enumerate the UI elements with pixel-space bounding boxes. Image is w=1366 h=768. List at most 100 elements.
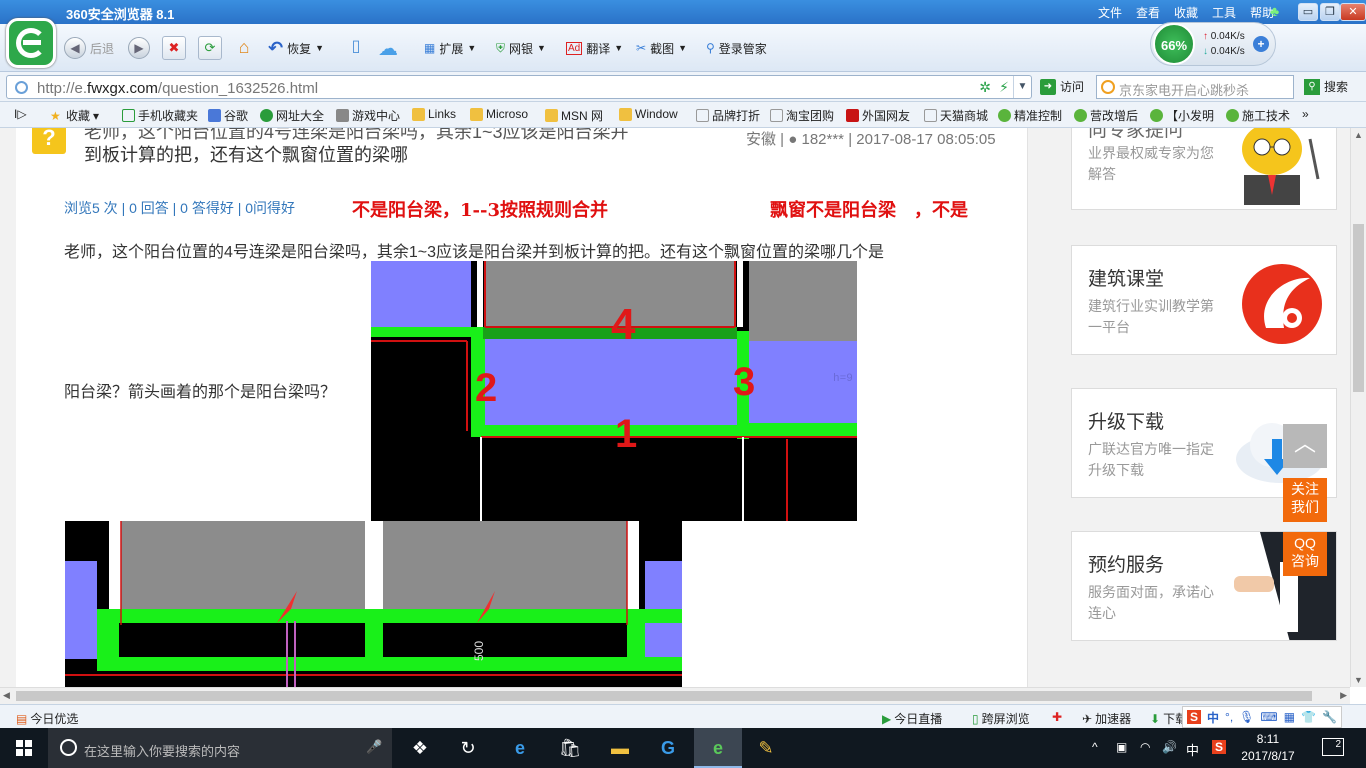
today-live-button[interactable]: ▶ 今日直播: [882, 710, 942, 727]
favorites-menu[interactable]: ★ 收藏 ▾: [50, 107, 99, 124]
fav-item[interactable]: Window: [619, 107, 678, 121]
netbank-button[interactable]: ⛨ 网银 ▼: [496, 37, 546, 59]
extend-button[interactable]: ▦ 扩展 ▼: [424, 37, 476, 59]
menu-icon[interactable]: ▭: [1298, 3, 1318, 21]
refresh-icon[interactable]: ⟳: [198, 36, 222, 60]
network-speed-widget[interactable]: 66% 0.04K/s 0.04K/s +: [1150, 22, 1276, 66]
sogou-tray-icon[interactable]: S: [1212, 740, 1227, 754]
browser-swirl-icon[interactable]: ↻: [444, 728, 492, 768]
url-dropdown-icon[interactable]: ▼: [1013, 76, 1031, 98]
start-button[interactable]: [0, 728, 48, 768]
lightning-icon[interactable]: ⚡: [999, 79, 1009, 96]
fav-item[interactable]: Microso: [470, 107, 528, 121]
health-icon[interactable]: ✚: [1052, 710, 1062, 724]
cad-screenshot-balcony[interactable]: 4 2 3 1 h=9: [371, 261, 857, 521]
network-icon[interactable]: ◠: [1140, 740, 1150, 754]
sidebar-card-ask-expert[interactable]: 向专家提问 业界最权威专家为您解答: [1071, 128, 1337, 210]
login-manager-button[interactable]: ⚲ 登录管家: [706, 37, 767, 59]
forward-icon[interactable]: ▶: [128, 37, 150, 59]
search-input[interactable]: 京东家电开启心跳秒杀: [1096, 75, 1294, 99]
url-text[interactable]: http://e.fwxgx.com/question_1632526.html: [37, 80, 318, 97]
today-picks-button[interactable]: ▤ 今日优选: [16, 710, 78, 727]
home-icon[interactable]: ⌂: [232, 36, 256, 60]
taskbar-clock[interactable]: 8:11 2017/8/17: [1236, 731, 1300, 765]
fav-item[interactable]: 外国网友: [846, 107, 910, 124]
cross-screen-button[interactable]: ▯ 跨屏浏览: [972, 710, 1030, 727]
browser-logo-icon[interactable]: [6, 18, 56, 68]
back-label[interactable]: 后退: [90, 37, 114, 59]
cloud-icon[interactable]: ☁: [378, 36, 398, 61]
back-to-top-button[interactable]: ︿: [1283, 424, 1327, 468]
fav-item[interactable]: 营改增后: [1074, 107, 1138, 124]
plus-icon[interactable]: +: [1253, 36, 1269, 52]
windows-taskbar: 在这里输入你要搜索的内容 🎤 ❖ ↻ e 🛍 ▬ G e ✎ ^ ▣ ◠ 🔊 中…: [0, 728, 1366, 768]
accelerator-button[interactable]: ✈ 加速器: [1082, 710, 1131, 727]
sidebar-toggle-icon[interactable]: I▷: [14, 107, 27, 121]
restore-tab-button[interactable]: ↶ 恢复 ▼: [268, 37, 324, 59]
sogou-browser-icon[interactable]: G: [644, 728, 692, 768]
task-view-icon[interactable]: ❖: [396, 728, 444, 768]
scroll-down-icon[interactable]: ▼: [1354, 675, 1363, 685]
translate-icon: Ad: [566, 41, 583, 55]
file-explorer-icon[interactable]: ▬: [596, 728, 644, 768]
restore-button[interactable]: ❐: [1320, 3, 1340, 21]
microphone-icon[interactable]: 🎤: [366, 739, 382, 755]
edge-icon[interactable]: e: [496, 728, 544, 768]
skin-icon[interactable]: ♣: [1270, 3, 1279, 19]
store-icon[interactable]: 🛍: [546, 728, 594, 768]
menu-view[interactable]: 查看: [1136, 4, 1160, 21]
cad-screenshot-bay-window[interactable]: 500: [65, 521, 682, 687]
screenshot-button[interactable]: ✂ 截图 ▼: [636, 37, 687, 59]
fav-item[interactable]: 【小发明: [1150, 107, 1214, 124]
sogou-ime-bar[interactable]: S 中 °, 🎙 ⌨ ▦ 👕 🔧: [1182, 706, 1342, 728]
notification-center-icon[interactable]: 2: [1322, 738, 1344, 756]
fav-item[interactable]: Links: [412, 107, 456, 121]
close-button[interactable]: ✕: [1340, 3, 1366, 21]
scroll-up-icon[interactable]: ▲: [1354, 130, 1363, 140]
fav-item[interactable]: 手机收藏夹: [122, 107, 198, 124]
menu-file[interactable]: 文件: [1098, 4, 1122, 21]
fav-item[interactable]: MSN 网: [545, 107, 603, 124]
translate-button[interactable]: Ad 翻译 ▼: [566, 37, 623, 59]
vertical-scrollbar[interactable]: ▲ ▼: [1350, 128, 1366, 687]
flame-logo-icon: [1242, 264, 1322, 344]
compat-mode-icon[interactable]: ✲: [979, 79, 991, 96]
fav-item[interactable]: 品牌打折: [696, 107, 760, 124]
go-button[interactable]: ➜ 访问: [1040, 78, 1084, 95]
chevron-down-icon: ▼: [537, 43, 546, 53]
question-title-line2: 到板计算的把，还有这个飘窗位置的梁哪: [84, 145, 408, 165]
ime-language[interactable]: 中: [1186, 740, 1199, 759]
notes-app-icon[interactable]: ✎: [742, 728, 790, 768]
fav-item[interactable]: 谷歌: [208, 107, 248, 124]
scroll-left-icon[interactable]: ◀: [3, 690, 10, 701]
sidebar-card-building-class[interactable]: 建筑课堂 建筑行业实训教学第一平台: [1071, 245, 1337, 355]
horizontal-scroll-thumb[interactable]: [16, 691, 1312, 701]
menu-favorites[interactable]: 收藏: [1174, 4, 1198, 21]
qq-consult-button[interactable]: QQ咨询: [1283, 532, 1327, 576]
show-hidden-icons[interactable]: ^: [1092, 740, 1098, 754]
fav-item[interactable]: 淘宝团购: [770, 107, 834, 124]
volume-icon[interactable]: 🔊: [1162, 740, 1177, 754]
fav-item[interactable]: 施工技术: [1226, 107, 1290, 124]
scroll-right-icon[interactable]: ▶: [1340, 690, 1347, 701]
360-browser-icon[interactable]: e: [694, 728, 742, 768]
horizontal-scrollbar[interactable]: ◀ ▶: [0, 687, 1350, 704]
taskbar-search[interactable]: 在这里输入你要搜索的内容 🎤: [48, 728, 392, 768]
follow-us-button[interactable]: 关注我们: [1283, 478, 1327, 522]
vertical-scroll-thumb[interactable]: [1353, 224, 1364, 392]
menu-tools[interactable]: 工具: [1212, 4, 1236, 21]
fav-item[interactable]: 游戏中心: [336, 107, 400, 124]
ime-tray-icon[interactable]: ▣: [1116, 740, 1127, 754]
back-icon[interactable]: ◀: [64, 37, 86, 59]
more-favorites-icon[interactable]: »: [1302, 107, 1309, 121]
beam-label-4: 4: [611, 300, 636, 349]
fav-item[interactable]: 天猫商城: [924, 107, 988, 124]
search-button[interactable]: ⚲ 搜索: [1304, 78, 1348, 95]
stop-icon[interactable]: ✖: [162, 36, 186, 60]
username[interactable]: 182***: [801, 131, 844, 148]
address-bar[interactable]: http://e.fwxgx.com/question_1632526.html…: [6, 75, 1032, 99]
phone-icon[interactable]: ▯: [344, 36, 368, 60]
fav-item[interactable]: 精准控制: [998, 107, 1062, 124]
fav-item[interactable]: 网址大全: [260, 107, 324, 124]
search-engine-icon[interactable]: [1101, 80, 1115, 94]
